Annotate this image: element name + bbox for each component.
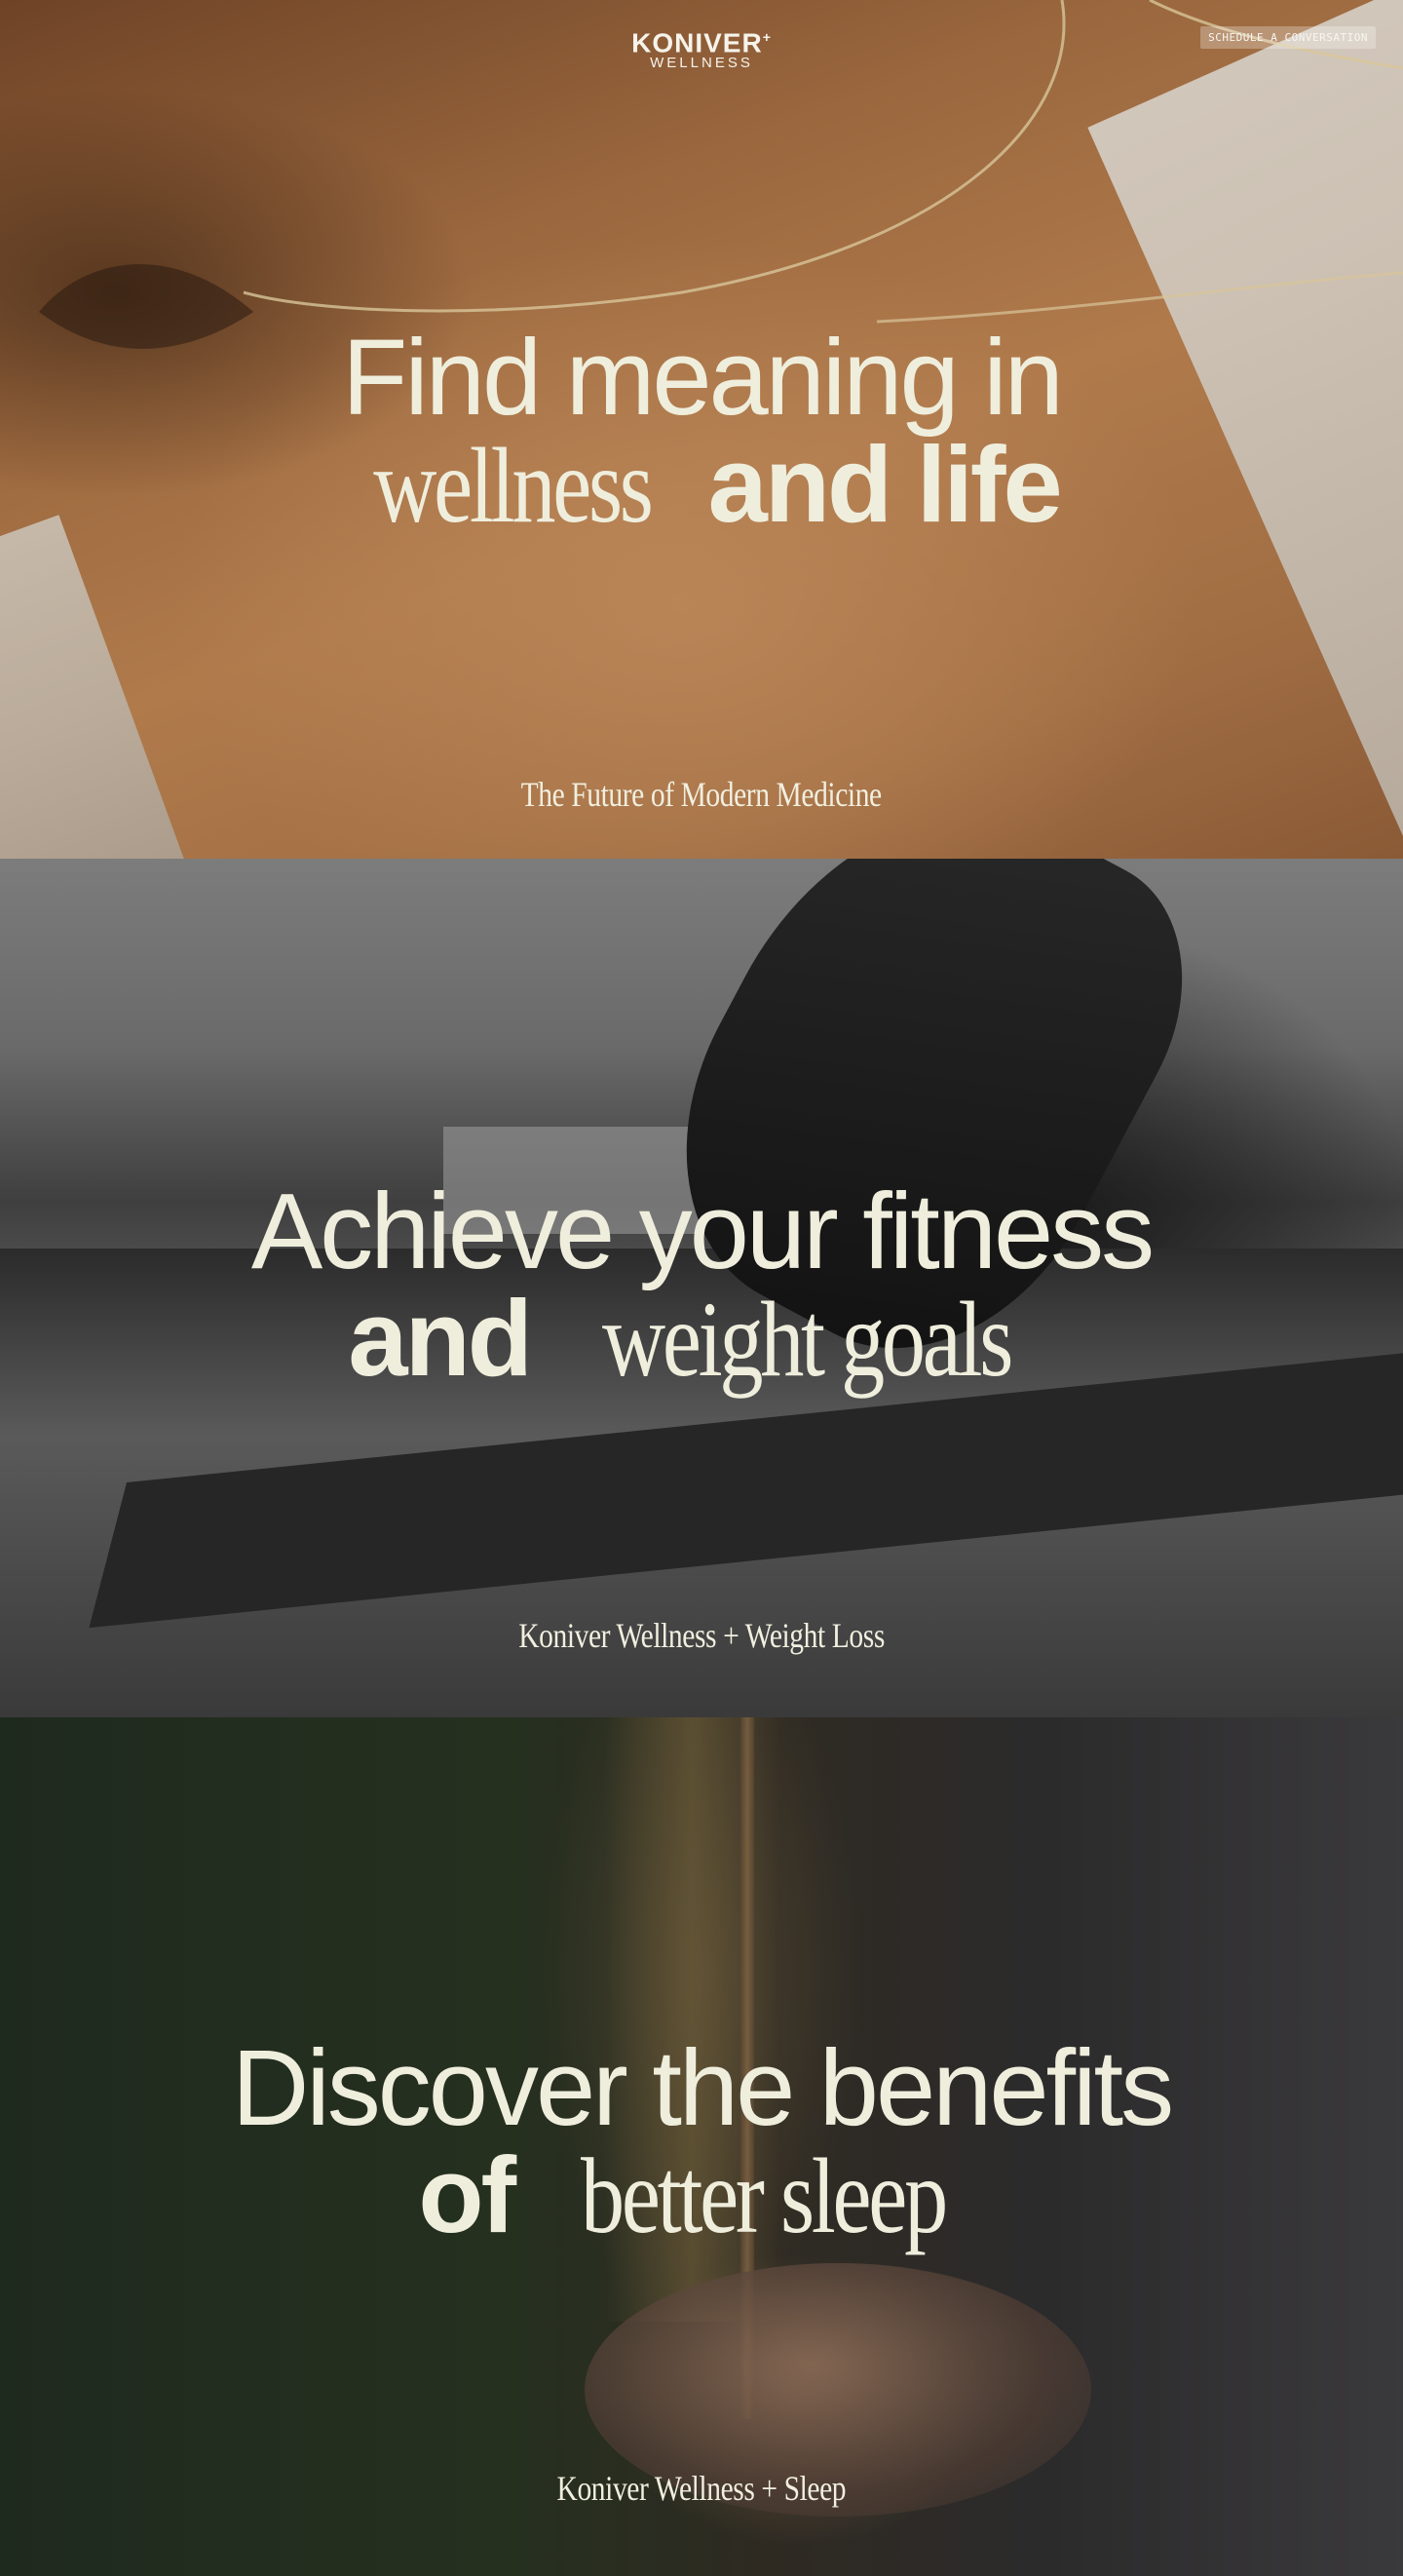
hero-headline: Find meaning in wellness and life xyxy=(0,318,1403,545)
section-tagline: Koniver Wellness + Weight Loss xyxy=(518,1616,885,1655)
headline-line-1: Achieve your fitness xyxy=(250,1172,1155,1291)
headline-line-2: and weight goals xyxy=(0,1280,1403,1399)
headline-sans-text: and xyxy=(348,1279,533,1399)
section-tagline: The Future of Modern Medicine xyxy=(520,775,883,814)
section-tagline: Koniver Wellness + Sleep xyxy=(556,2469,847,2508)
headline-sans-text: of xyxy=(418,2135,516,2255)
hero-section-fitness: Achieve your fitness and weight goals Ko… xyxy=(0,859,1403,1717)
logo-subtitle: WELLNESS xyxy=(650,55,753,72)
headline-line-1: Find meaning in xyxy=(342,318,1064,438)
logo-wordmark: KONIVER+ xyxy=(631,27,772,58)
headline-line-2: of better sleep xyxy=(0,2136,1403,2255)
headline-line-1: Discover the benefits xyxy=(231,2028,1174,2148)
hero-section-wellness: Find meaning in wellness and life The Fu… xyxy=(0,0,1403,859)
logo[interactable]: KONIVER+ WELLNESS xyxy=(0,23,1403,72)
sleep-headline: Discover the benefits of better sleep xyxy=(0,2028,1403,2255)
hero-section-sleep: Discover the benefits of better sleep Ko… xyxy=(0,1717,1403,2576)
headline-serif-text: weight goals xyxy=(601,1280,1013,1399)
fitness-headline: Achieve your fitness and weight goals xyxy=(0,1172,1403,1399)
headline-serif-text: better sleep xyxy=(580,2136,948,2255)
headline-serif-text: wellness xyxy=(373,426,654,545)
schedule-conversation-button[interactable]: SCHEDULE A CONVERSATION xyxy=(1200,26,1376,49)
headline-line-2: wellness and life xyxy=(0,426,1403,545)
headline-sans-text: and life xyxy=(707,425,1063,545)
